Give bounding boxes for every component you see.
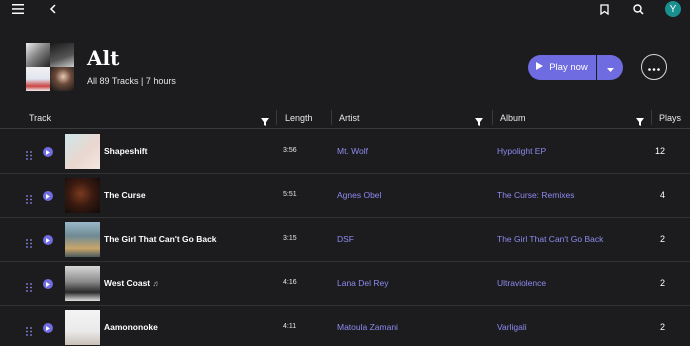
column-divider[interactable] <box>276 110 277 125</box>
cover-tile <box>26 43 50 67</box>
track-row[interactable]: Shapeshift 3:56 Mt. Wolf Hypolight EP 12 <box>0 130 690 174</box>
search-icon[interactable] <box>632 0 645 18</box>
album-art <box>65 134 100 169</box>
more-options-button[interactable] <box>641 54 667 80</box>
column-header-album[interactable]: Album <box>500 106 526 129</box>
playlist-cover <box>26 43 74 91</box>
track-title[interactable]: West Coast ♬ <box>104 278 161 288</box>
track-plays: 12 <box>654 146 665 156</box>
column-divider[interactable] <box>492 110 493 125</box>
track-album-link[interactable]: Hypolight EP <box>497 146 546 156</box>
column-header-track[interactable]: Track <box>29 106 51 129</box>
track-length: 4:16 <box>283 279 297 286</box>
track-artist-link[interactable]: DSF <box>337 234 354 244</box>
track-title-text: West Coast <box>104 278 151 288</box>
track-length: 3:15 <box>283 235 297 242</box>
play-track-button[interactable] <box>43 323 53 333</box>
track-artist-link[interactable]: Agnes Obel <box>337 190 381 200</box>
explicit-icon: ♬ <box>152 279 161 288</box>
track-album-link[interactable]: Varligali <box>497 322 527 332</box>
hamburger-icon[interactable] <box>11 0 25 18</box>
track-plays: 2 <box>659 322 665 332</box>
album-art <box>65 178 100 213</box>
column-divider[interactable] <box>331 110 332 125</box>
play-options-dropdown[interactable] <box>597 55 623 80</box>
track-title[interactable]: The Girl That Can't Go Back <box>104 234 217 244</box>
cover-tile <box>50 67 74 91</box>
play-track-button[interactable] <box>43 147 53 157</box>
track-album-link[interactable]: The Curse: Remixes <box>497 190 574 200</box>
track-artist-link[interactable]: Mt. Wolf <box>337 146 368 156</box>
track-row[interactable]: Aamononoke 4:11 Matoula Zamani Varligali… <box>0 306 690 346</box>
play-icon <box>536 62 544 73</box>
track-length: 5:51 <box>283 191 297 198</box>
avatar[interactable]: Y <box>665 1 681 17</box>
cover-tile <box>26 67 50 91</box>
filter-icon[interactable] <box>475 113 483 131</box>
play-track-button[interactable] <box>43 191 53 201</box>
track-plays: 4 <box>659 190 665 200</box>
track-plays: 2 <box>659 234 665 244</box>
column-header-artist[interactable]: Artist <box>339 106 360 129</box>
track-plays: 2 <box>659 278 665 288</box>
track-title[interactable]: Aamononoke <box>104 322 158 332</box>
track-table-header: Track Length Artist Album Plays <box>0 106 690 129</box>
track-album-link[interactable]: The Girl That Can't Go Back <box>497 234 603 244</box>
drag-handle-icon[interactable] <box>26 191 32 209</box>
column-header-plays[interactable]: Plays <box>659 106 681 129</box>
track-length: 4:11 <box>283 323 297 330</box>
track-length: 3:56 <box>283 147 297 154</box>
chevron-left-icon[interactable] <box>47 0 59 18</box>
play-now-button[interactable]: Play now <box>528 55 596 80</box>
top-bar: Y <box>0 0 690 18</box>
drag-handle-icon[interactable] <box>26 147 32 165</box>
track-artist-link[interactable]: Matoula Zamani <box>337 322 398 332</box>
drag-handle-icon[interactable] <box>26 323 32 341</box>
play-track-button[interactable] <box>43 279 53 289</box>
track-title[interactable]: Shapeshift <box>104 146 147 156</box>
track-artist-link[interactable]: Lana Del Rey <box>337 278 389 288</box>
album-art <box>65 266 100 301</box>
album-art <box>65 310 100 345</box>
filter-icon[interactable] <box>261 113 269 131</box>
bookmark-icon[interactable] <box>598 0 610 18</box>
playlist-summary: All 89 Tracks | 7 hours <box>87 76 176 86</box>
drag-handle-icon[interactable] <box>26 235 32 253</box>
track-row[interactable]: West Coast ♬ 4:16 Lana Del Rey Ultraviol… <box>0 262 690 306</box>
page-title: Alt <box>87 46 120 70</box>
track-title[interactable]: The Curse <box>104 190 146 200</box>
drag-handle-icon[interactable] <box>26 279 32 297</box>
ellipsis-icon <box>648 58 660 76</box>
play-track-button[interactable] <box>43 235 53 245</box>
track-row[interactable]: The Curse 5:51 Agnes Obel The Curse: Rem… <box>0 174 690 218</box>
album-art <box>65 222 100 257</box>
filter-icon[interactable] <box>636 113 644 131</box>
caret-down-icon <box>606 59 614 77</box>
column-header-length[interactable]: Length <box>285 106 313 129</box>
column-divider[interactable] <box>651 110 652 125</box>
track-row[interactable]: The Girl That Can't Go Back 3:15 DSF The… <box>0 218 690 262</box>
play-now-label: Play now <box>549 62 588 73</box>
track-album-link[interactable]: Ultraviolence <box>497 278 546 288</box>
cover-tile <box>50 43 74 67</box>
